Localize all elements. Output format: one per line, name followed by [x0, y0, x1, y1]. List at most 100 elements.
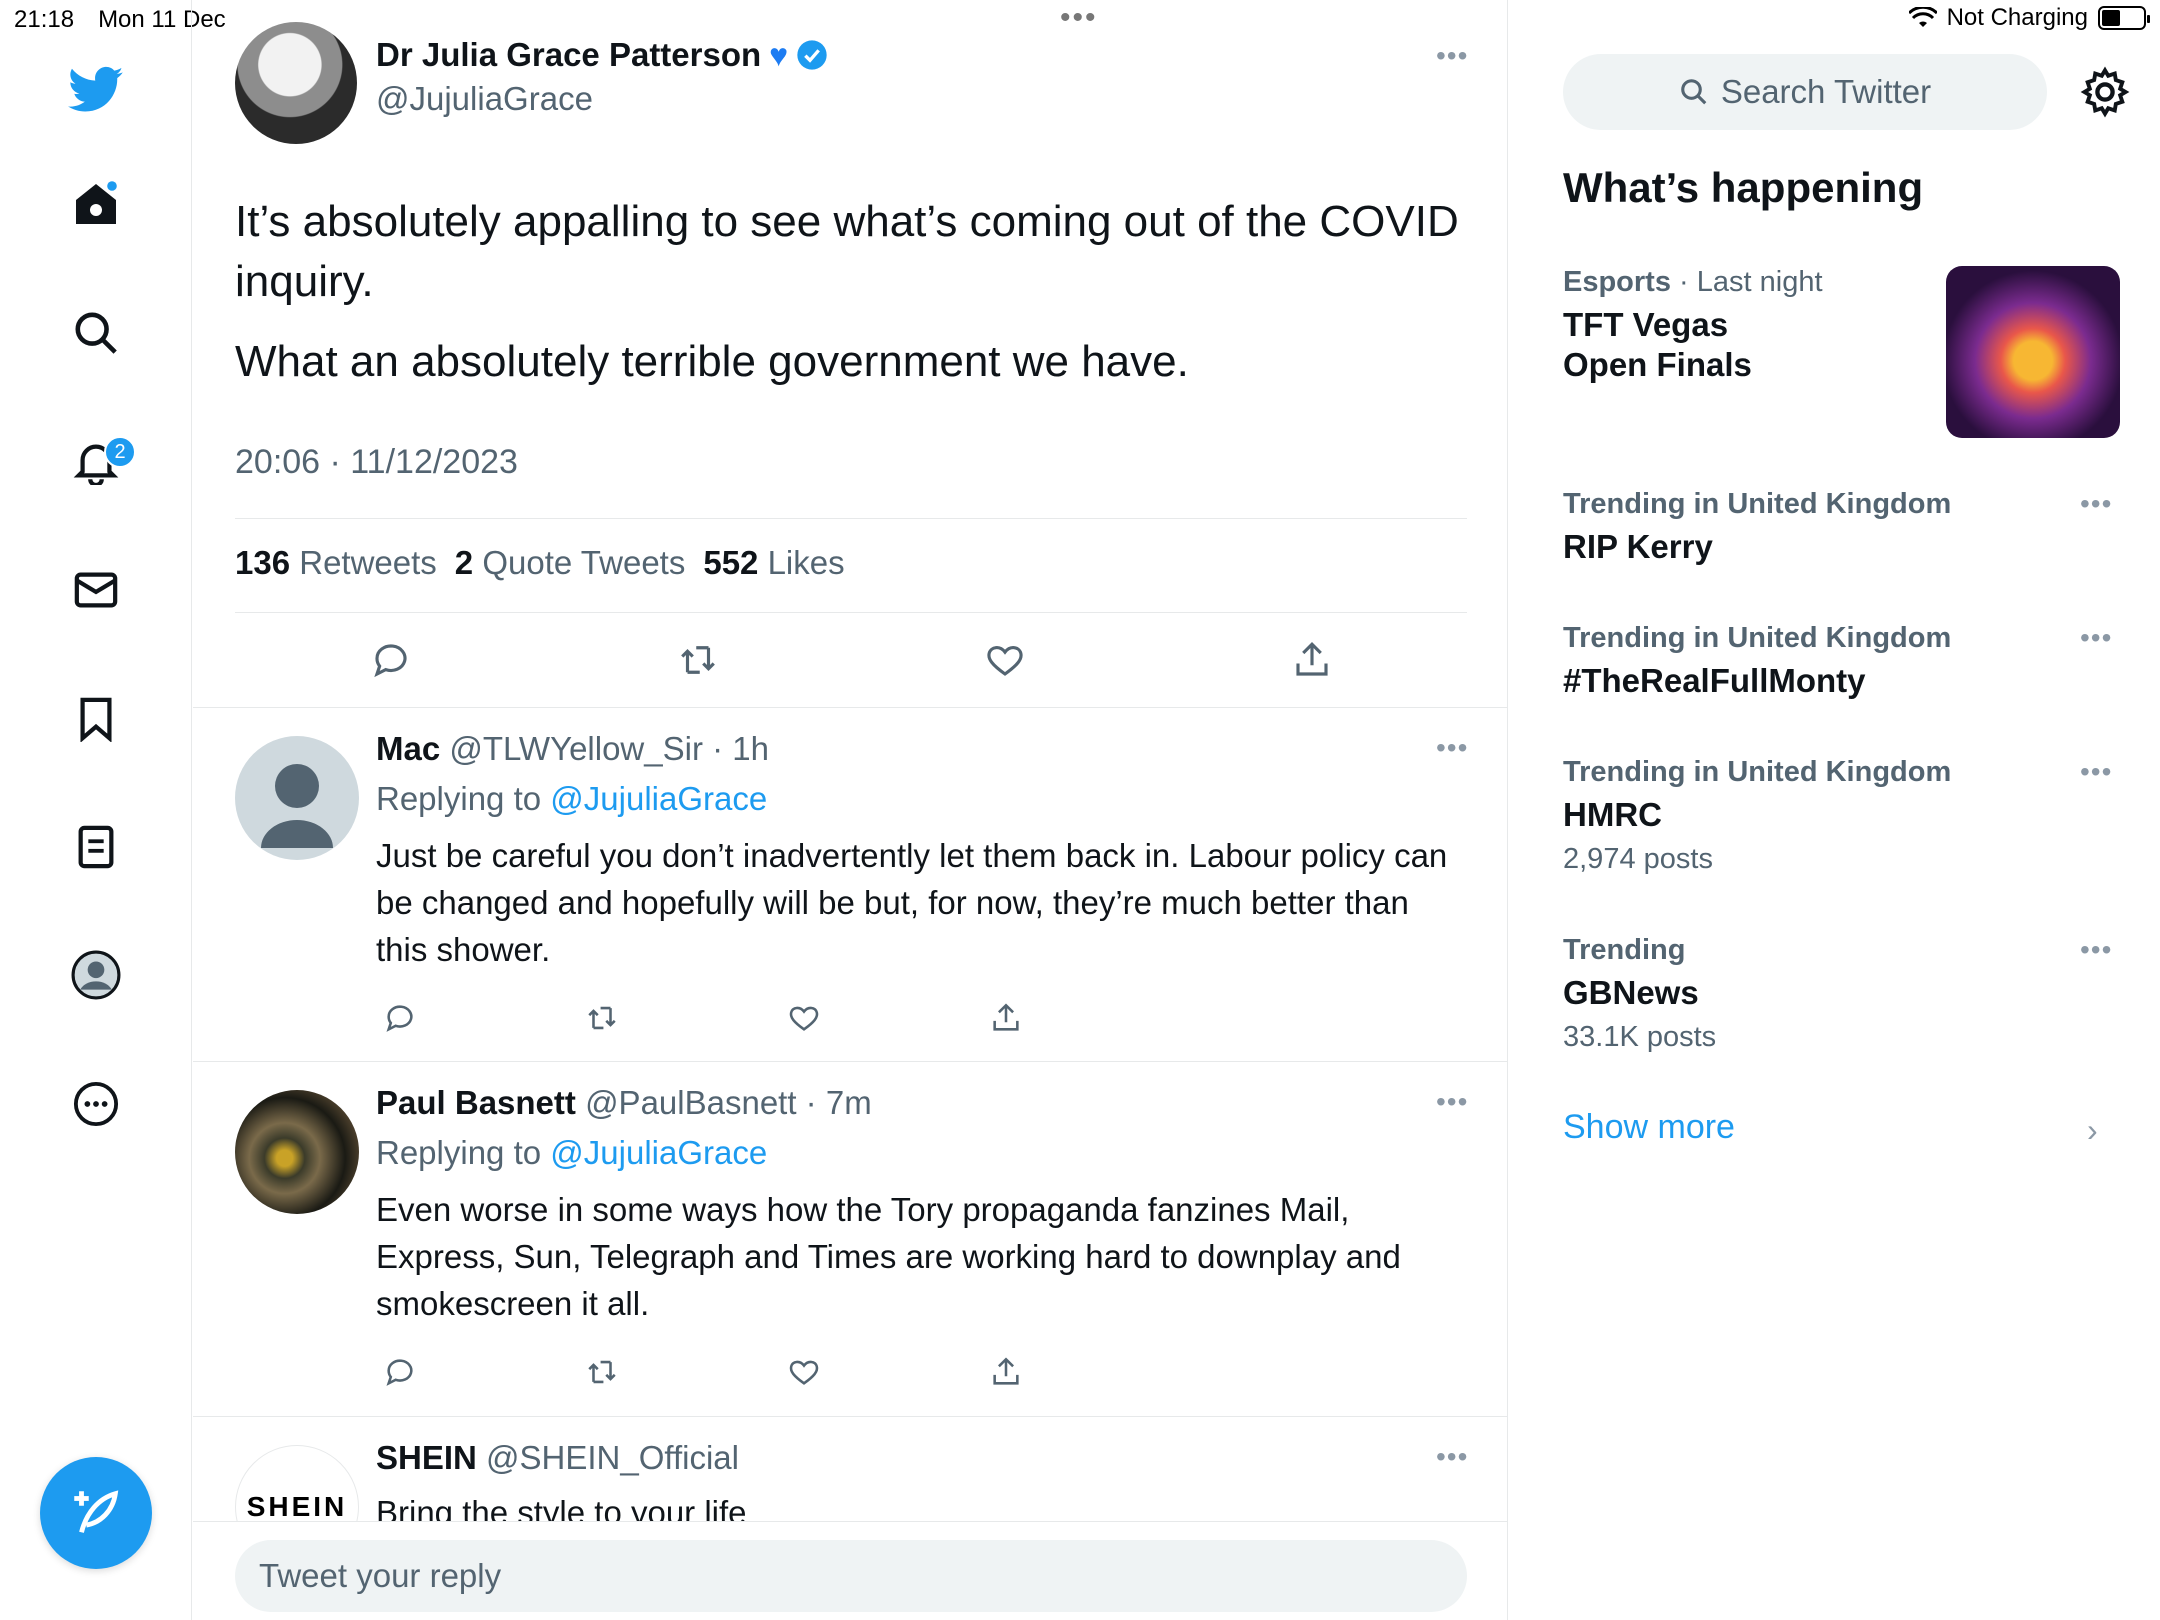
share-icon[interactable] — [982, 1348, 1030, 1396]
trend-thumbnail[interactable] — [1946, 266, 2120, 438]
notifications-badge: 2 — [104, 436, 136, 468]
main-tweet: Dr Julia Grace Patterson ♥ @JujuliaGrace… — [193, 0, 1507, 708]
reply-tweet[interactable]: SHEIN SHEIN @SHEIN_Official ••• Bring th… — [193, 1417, 1507, 1527]
reply-author-handle[interactable]: @PaulBasnett · 7m — [585, 1084, 872, 1121]
lists-icon[interactable] — [64, 815, 128, 879]
trend-title: GBNews — [1563, 974, 1699, 1011]
tweet-text-paragraph-1: It’s absolutely appalling to see what’s … — [235, 197, 1459, 306]
tweet-text-paragraph-2: What an absolutely terrible government w… — [235, 337, 1189, 386]
tweet-stats: 136 Retweets 2 Quote Tweets 552 Likes — [235, 544, 845, 582]
reply-avatar[interactable] — [235, 1090, 359, 1214]
trend-item[interactable]: Trending in United Kingdom RIP Kerry — [1563, 488, 2123, 567]
shein-logo-text: SHEIN — [246, 1491, 348, 1522]
trend-post-count: 33.1K posts — [1563, 1021, 1717, 1053]
blue-heart-icon: ♥ — [769, 36, 789, 73]
tweet-actions — [235, 630, 1467, 690]
trend-more-icon[interactable]: ••• — [2080, 622, 2112, 654]
show-more-link[interactable]: Show more — [1563, 1108, 1735, 1147]
chevron-right-icon[interactable]: › — [2087, 1112, 2098, 1149]
compose-feather-icon — [74, 1490, 119, 1533]
replying-to: Replying to @JujuliaGrace — [376, 1134, 768, 1171]
trend-item[interactable]: Trending in United Kingdom #TheRealFullM… — [1563, 622, 2123, 701]
retweet-icon[interactable] — [578, 1348, 626, 1396]
trend-more-icon[interactable]: ••• — [2080, 488, 2112, 520]
reply-header: SHEIN @SHEIN_Official — [376, 1439, 739, 1477]
trend-category: Trending — [1563, 934, 1686, 966]
reply-header: Paul Basnett @PaulBasnett · 7m — [376, 1084, 872, 1122]
retweets-stat[interactable]: 136 Retweets — [235, 544, 437, 582]
more-options-icon[interactable] — [64, 1072, 128, 1136]
verified-badge-icon — [797, 40, 827, 70]
reply-input[interactable]: Tweet your reply — [235, 1540, 1467, 1612]
search-placeholder: Search Twitter — [1720, 73, 1932, 110]
reply-tweet[interactable]: Mac @TLWYellow_Sir · 1h ••• Replying to … — [193, 708, 1507, 1062]
reply-author-name[interactable]: SHEIN — [376, 1439, 477, 1476]
reply-actions — [376, 1348, 1056, 1396]
reply-header: Mac @TLWYellow_Sir · 1h — [376, 730, 769, 768]
trend-more-icon[interactable]: ••• — [2080, 756, 2112, 788]
trend-title: #TheRealFullMonty — [1563, 662, 1866, 699]
divider — [235, 612, 1467, 613]
reply-author-handle[interactable]: @SHEIN_Official — [486, 1439, 739, 1476]
replying-to-link[interactable]: @JujuliaGrace — [550, 780, 767, 817]
reply-tweet[interactable]: Paul Basnett @PaulBasnett · 7m ••• Reply… — [193, 1062, 1507, 1417]
replying-to: Replying to @JujuliaGrace — [376, 780, 768, 817]
reply-icon[interactable] — [376, 994, 424, 1042]
whats-happening-title: What’s happening — [1563, 164, 1924, 211]
reply-avatar[interactable] — [235, 736, 359, 860]
right-sidebar: Search Twitter What’s happening Esports … — [1509, 0, 2160, 1620]
retweet-icon[interactable] — [578, 994, 626, 1042]
reply-more-icon[interactable]: ••• — [1436, 1086, 1468, 1118]
reply-text: Even worse in some ways how the Tory pro… — [376, 1191, 1401, 1322]
reply-icon[interactable] — [361, 630, 421, 690]
reply-composer: Tweet your reply — [193, 1521, 1507, 1620]
trend-title: HMRC — [1563, 796, 1662, 833]
like-icon[interactable] — [780, 994, 828, 1042]
trend-title: TFT Vegas Open Finals — [1563, 306, 1752, 383]
like-icon[interactable] — [975, 630, 1035, 690]
reply-author-name[interactable]: Paul Basnett — [376, 1084, 576, 1121]
twitter-logo-icon[interactable] — [64, 58, 128, 122]
author-avatar[interactable] — [235, 22, 357, 144]
reply-actions — [376, 994, 1056, 1042]
like-icon[interactable] — [780, 1348, 828, 1396]
reply-avatar[interactable]: SHEIN — [235, 1445, 359, 1527]
trend-category: Trending in United Kingdom — [1563, 756, 1952, 788]
share-icon[interactable] — [982, 994, 1030, 1042]
search-icon — [1681, 79, 1707, 105]
reply-author-handle[interactable]: @TLWYellow_Sir · 1h — [449, 730, 769, 767]
trend-more-icon[interactable]: ••• — [2080, 934, 2112, 966]
trend-item[interactable]: Trending in United Kingdom HMRC 2,974 po… — [1563, 756, 2123, 876]
tweet-more-icon[interactable]: ••• — [1436, 40, 1468, 72]
replying-to-link[interactable]: @JujuliaGrace — [550, 1134, 767, 1171]
likes-stat[interactable]: 552 Likes — [703, 544, 844, 582]
tweet-thread: Dr Julia Grace Patterson ♥ @JujuliaGrace… — [193, 0, 1508, 1620]
trend-meta: · Last night — [1670, 266, 1823, 298]
share-icon[interactable] — [1282, 630, 1342, 690]
search-nav-icon[interactable] — [64, 301, 128, 365]
settings-gear-icon[interactable] — [2079, 66, 2131, 118]
search-input[interactable]: Search Twitter — [1563, 54, 2047, 130]
reply-more-icon[interactable]: ••• — [1436, 732, 1468, 764]
reply-author-name[interactable]: Mac — [376, 730, 440, 767]
retweet-icon[interactable] — [668, 630, 728, 690]
tweet-timestamp[interactable]: 20:06 · 11/12/2023 — [235, 443, 518, 482]
notifications-icon[interactable]: 2 — [64, 430, 136, 494]
trend-item[interactable]: Esports · Last night TFT Vegas Open Fina… — [1563, 266, 1943, 385]
profile-icon[interactable] — [64, 943, 128, 1007]
bookmarks-icon[interactable] — [64, 687, 128, 751]
quote-tweets-stat[interactable]: 2 Quote Tweets — [455, 544, 686, 582]
author-name: Dr Julia Grace Patterson — [376, 36, 762, 73]
compose-tweet-button[interactable] — [40, 1457, 152, 1569]
author-name-row[interactable]: Dr Julia Grace Patterson ♥ — [376, 36, 828, 74]
trend-category: Trending in United Kingdom — [1563, 488, 1952, 520]
author-handle[interactable]: @JujuliaGrace — [376, 80, 593, 118]
messages-icon[interactable] — [64, 558, 128, 622]
home-icon[interactable] — [64, 172, 128, 236]
reply-icon[interactable] — [376, 1348, 424, 1396]
trend-category: Esports — [1563, 266, 1671, 298]
trend-title: RIP Kerry — [1563, 528, 1713, 565]
trend-category: Trending in United Kingdom — [1563, 622, 1952, 654]
reply-more-icon[interactable]: ••• — [1436, 1441, 1468, 1473]
trend-item[interactable]: Trending GBNews 33.1K posts — [1563, 934, 2123, 1054]
